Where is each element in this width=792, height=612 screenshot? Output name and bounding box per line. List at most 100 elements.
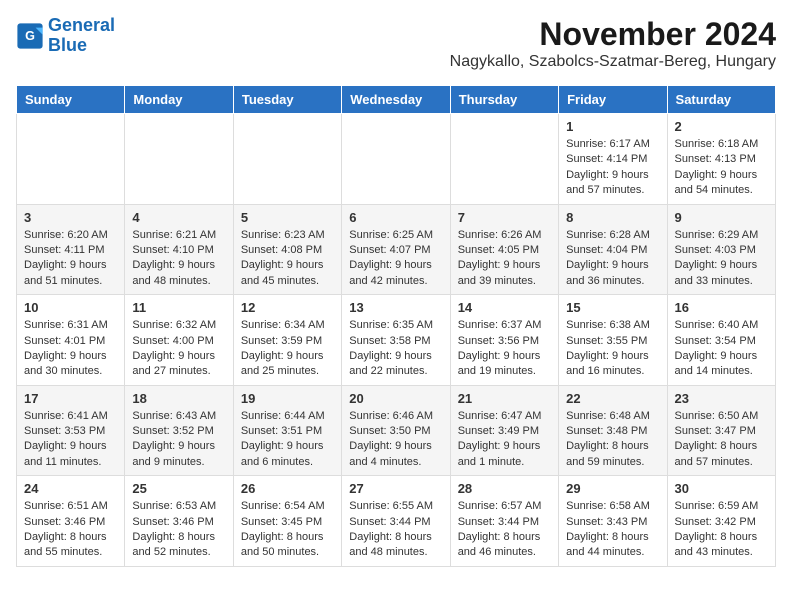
day-info: Sunrise: 6:26 AM Sunset: 4:05 PM Dayligh… [458,228,551,290]
day-number: 29 [566,481,659,496]
calendar-cell [450,114,558,205]
day-number: 3 [24,210,117,225]
day-number: 17 [24,391,117,406]
day-info: Sunrise: 6:21 AM Sunset: 4:10 PM Dayligh… [132,228,225,290]
calendar-cell: 16 Sunrise: 6:40 AM Sunset: 3:54 PM Dayli… [667,295,775,386]
day-number: 30 [675,481,768,496]
calendar-cell: 5 Sunrise: 6:23 AM Sunset: 4:08 PM Daylig… [233,204,341,295]
calendar-cell: 22Sunrise: 6:48 AM Sunset: 3:48 PM Dayli… [559,385,667,476]
calendar-cell: 24 Sunrise: 6:51 AM Sunset: 3:46 PM Dayli… [17,476,125,567]
day-info: Sunrise: 6:51 AM Sunset: 3:46 PM Dayligh… [24,499,117,561]
day-info: Sunrise: 6:41 AM Sunset: 3:53 PM Dayligh… [24,409,117,471]
day-number: 16 [675,300,768,315]
day-info: Sunrise: 6:46 AM Sunset: 3:50 PM Dayligh… [349,409,442,471]
calendar-cell: 14 Sunrise: 6:37 AM Sunset: 3:56 PM Dayli… [450,295,558,386]
col-header-sunday: Sunday [17,86,125,114]
day-number: 15 [566,300,659,315]
calendar-cell: 29 Sunrise: 6:58 AM Sunset: 3:43 PM Dayli… [559,476,667,567]
day-number: 14 [458,300,551,315]
day-number: 1 [566,119,659,134]
calendar-cell: 7 Sunrise: 6:26 AM Sunset: 4:05 PM Daylig… [450,204,558,295]
calendar-cell: 21Sunrise: 6:47 AM Sunset: 3:49 PM Dayli… [450,385,558,476]
col-header-wednesday: Wednesday [342,86,450,114]
calendar-cell [342,114,450,205]
calendar-cell [17,114,125,205]
day-number: 10 [24,300,117,315]
day-number: 9 [675,210,768,225]
day-number: 23 [675,391,768,406]
col-header-thursday: Thursday [450,86,558,114]
day-info: Sunrise: 6:53 AM Sunset: 3:46 PM Dayligh… [132,499,225,561]
day-number: 13 [349,300,442,315]
day-info: Sunrise: 6:18 AM Sunset: 4:13 PM Dayligh… [675,137,768,199]
day-number: 2 [675,119,768,134]
day-info: Sunrise: 6:35 AM Sunset: 3:58 PM Dayligh… [349,318,442,380]
day-info: Sunrise: 6:31 AM Sunset: 4:01 PM Dayligh… [24,318,117,380]
day-number: 26 [241,481,334,496]
day-info: Sunrise: 6:40 AM Sunset: 3:54 PM Dayligh… [675,318,768,380]
calendar-cell: 18 Sunrise: 6:43 AM Sunset: 3:52 PM Dayli… [125,385,233,476]
svg-text:G: G [25,29,35,43]
col-header-friday: Friday [559,86,667,114]
calendar-cell: 30 Sunrise: 6:59 AM Sunset: 3:42 PM Dayli… [667,476,775,567]
calendar-cell: 17 Sunrise: 6:41 AM Sunset: 3:53 PM Dayli… [17,385,125,476]
calendar-cell: 19 Sunrise: 6:44 AM Sunset: 3:51 PM Dayli… [233,385,341,476]
day-info: Sunrise: 6:17 AM Sunset: 4:14 PM Dayligh… [566,137,659,199]
calendar-cell: 20 Sunrise: 6:46 AM Sunset: 3:50 PM Dayli… [342,385,450,476]
day-number: 4 [132,210,225,225]
day-info: Sunrise: 6:23 AM Sunset: 4:08 PM Dayligh… [241,228,334,290]
day-info: Sunrise: 6:32 AM Sunset: 4:00 PM Dayligh… [132,318,225,380]
calendar-cell: 9 Sunrise: 6:29 AM Sunset: 4:03 PM Daylig… [667,204,775,295]
day-number: 24 [24,481,117,496]
calendar-cell: 27 Sunrise: 6:55 AM Sunset: 3:44 PM Dayli… [342,476,450,567]
day-number: 11 [132,300,225,315]
calendar-cell: 1 Sunrise: 6:17 AM Sunset: 4:14 PM Daylig… [559,114,667,205]
day-info: Sunrise: 6:47 AM Sunset: 3:49 PM Dayligh… [458,409,551,471]
location-subtitle: Nagykallo, Szabolcs-Szatmar-Bereg, Hunga… [450,53,776,71]
day-info: Sunrise: 6:28 AM Sunset: 4:04 PM Dayligh… [566,228,659,290]
day-number: 27 [349,481,442,496]
day-info: Sunrise: 6:37 AM Sunset: 3:56 PM Dayligh… [458,318,551,380]
day-number: 5 [241,210,334,225]
calendar-table: SundayMondayTuesdayWednesdayThursdayFrid… [16,85,776,567]
day-info: Sunrise: 6:34 AM Sunset: 3:59 PM Dayligh… [241,318,334,380]
calendar-cell: 2 Sunrise: 6:18 AM Sunset: 4:13 PM Daylig… [667,114,775,205]
day-info: Sunrise: 6:55 AM Sunset: 3:44 PM Dayligh… [349,499,442,561]
col-header-tuesday: Tuesday [233,86,341,114]
day-number: 19 [241,391,334,406]
calendar-cell: 6 Sunrise: 6:25 AM Sunset: 4:07 PM Daylig… [342,204,450,295]
calendar-cell: 11 Sunrise: 6:32 AM Sunset: 4:00 PM Dayli… [125,295,233,386]
calendar-cell: 12 Sunrise: 6:34 AM Sunset: 3:59 PM Dayli… [233,295,341,386]
day-number: 25 [132,481,225,496]
calendar-cell [125,114,233,205]
calendar-cell: 10 Sunrise: 6:31 AM Sunset: 4:01 PM Dayli… [17,295,125,386]
day-info: Sunrise: 6:58 AM Sunset: 3:43 PM Dayligh… [566,499,659,561]
day-info: Sunrise: 6:50 AM Sunset: 3:47 PM Dayligh… [675,409,768,471]
day-number: 7 [458,210,551,225]
calendar-cell: 25 Sunrise: 6:53 AM Sunset: 3:46 PM Dayli… [125,476,233,567]
calendar-cell: 4 Sunrise: 6:21 AM Sunset: 4:10 PM Daylig… [125,204,233,295]
calendar-cell: 15 Sunrise: 6:38 AM Sunset: 3:55 PM Dayli… [559,295,667,386]
logo: G General Blue [16,16,115,56]
day-number: 8 [566,210,659,225]
day-info: Sunrise: 6:48 AM Sunset: 3:48 PM Dayligh… [566,409,659,471]
day-info: Sunrise: 6:44 AM Sunset: 3:51 PM Dayligh… [241,409,334,471]
day-info: Sunrise: 6:25 AM Sunset: 4:07 PM Dayligh… [349,228,442,290]
day-number: 20 [349,391,442,406]
day-info: Sunrise: 6:59 AM Sunset: 3:42 PM Dayligh… [675,499,768,561]
calendar-cell: 13 Sunrise: 6:35 AM Sunset: 3:58 PM Dayli… [342,295,450,386]
calendar-cell: 3Sunrise: 6:20 AM Sunset: 4:11 PM Daylig… [17,204,125,295]
calendar-cell [233,114,341,205]
day-info: Sunrise: 6:38 AM Sunset: 3:55 PM Dayligh… [566,318,659,380]
day-number: 12 [241,300,334,315]
col-header-monday: Monday [125,86,233,114]
logo-icon: G [16,22,44,50]
calendar-cell: 28Sunrise: 6:57 AM Sunset: 3:44 PM Dayli… [450,476,558,567]
page-title: November 2024 [450,16,776,53]
day-number: 18 [132,391,225,406]
day-info: Sunrise: 6:57 AM Sunset: 3:44 PM Dayligh… [458,499,551,561]
day-number: 6 [349,210,442,225]
day-info: Sunrise: 6:43 AM Sunset: 3:52 PM Dayligh… [132,409,225,471]
day-info: Sunrise: 6:29 AM Sunset: 4:03 PM Dayligh… [675,228,768,290]
calendar-cell: 26Sunrise: 6:54 AM Sunset: 3:45 PM Dayli… [233,476,341,567]
